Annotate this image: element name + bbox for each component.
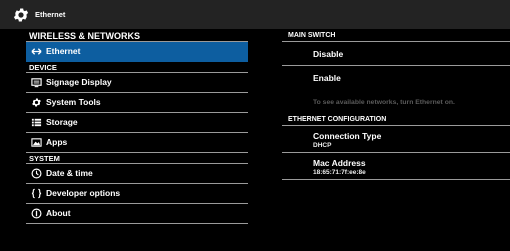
window-title: Ethernet bbox=[35, 10, 66, 19]
section-header-device: DEVICE bbox=[26, 62, 248, 73]
menu-item-date-time[interactable]: Date & time bbox=[26, 164, 248, 184]
section-header-system: SYSTEM bbox=[26, 153, 248, 164]
ethernet-off-hint: To see available networks, turn Ethernet… bbox=[313, 99, 455, 106]
connection-type-item[interactable]: Connection Type DHCP bbox=[282, 126, 510, 153]
main-switch-header: MAIN SWITCH bbox=[282, 30, 510, 42]
enable-option[interactable]: Enable bbox=[282, 66, 510, 92]
info-icon bbox=[31, 208, 42, 219]
mac-address-value: 18:65:71:7f:ee:8e bbox=[313, 169, 366, 176]
ethernet-arrows-icon bbox=[31, 46, 42, 57]
gear-icon bbox=[12, 6, 30, 24]
menu-item-signage-display[interactable]: Signage Display bbox=[26, 73, 248, 93]
connection-type-value: DHCP bbox=[313, 142, 332, 149]
menu-item-ethernet[interactable]: Ethernet bbox=[26, 42, 248, 62]
disable-option[interactable]: Disable bbox=[282, 42, 510, 66]
settings-menu: WIRELESS & NETWORKS Ethernet DEVICE Sign… bbox=[26, 30, 248, 224]
menu-item-label: About bbox=[46, 208, 71, 218]
menu-item-label: System Tools bbox=[46, 97, 101, 107]
connection-type-label: Connection Type bbox=[313, 131, 382, 141]
display-icon bbox=[31, 77, 42, 88]
settings-gear-icon bbox=[31, 97, 42, 108]
menu-item-label: Developer options bbox=[46, 188, 121, 198]
braces-icon bbox=[31, 188, 42, 199]
storage-list-icon bbox=[31, 117, 42, 128]
menu-item-about[interactable]: About bbox=[26, 204, 248, 224]
mac-address-label: Mac Address bbox=[313, 158, 366, 168]
menu-item-developer-options[interactable]: Developer options bbox=[26, 184, 248, 204]
ethernet-settings-pane: MAIN SWITCH Disable Enable To see availa… bbox=[282, 30, 510, 180]
mac-address-item[interactable]: Mac Address 18:65:71:7f:ee:8e bbox=[282, 153, 510, 180]
menu-item-label: Signage Display bbox=[46, 77, 112, 87]
menu-item-label: Date & time bbox=[46, 168, 93, 178]
title-bar: Ethernet bbox=[0, 0, 510, 29]
menu-item-apps[interactable]: Apps bbox=[26, 133, 248, 153]
menu-item-label: Apps bbox=[46, 137, 68, 147]
menu-item-label: Storage bbox=[46, 117, 78, 127]
apps-icon bbox=[31, 137, 42, 148]
section-header-wireless: WIRELESS & NETWORKS bbox=[26, 30, 248, 42]
menu-item-label: Ethernet bbox=[46, 46, 81, 56]
menu-item-system-tools[interactable]: System Tools bbox=[26, 93, 248, 113]
clock-icon bbox=[31, 168, 42, 179]
menu-item-storage[interactable]: Storage bbox=[26, 113, 248, 133]
ethernet-configuration-header: ETHERNET CONFIGURATION bbox=[282, 114, 510, 126]
settings-screen: Ethernet WIRELESS & NETWORKS Ethernet DE… bbox=[0, 0, 510, 251]
